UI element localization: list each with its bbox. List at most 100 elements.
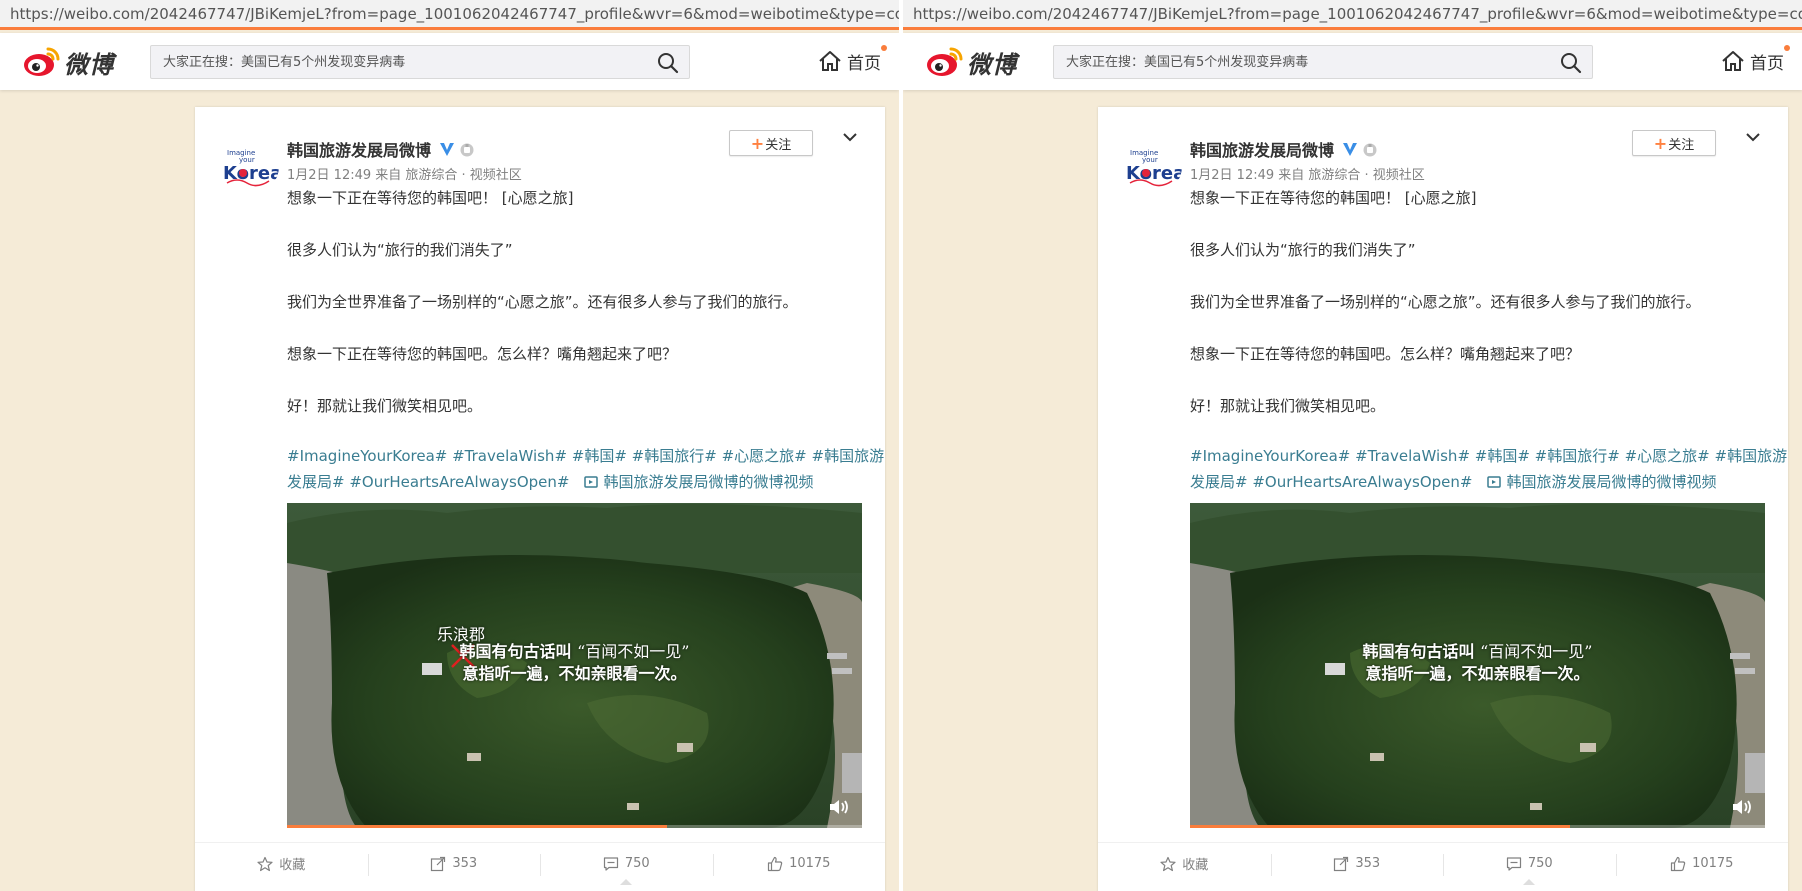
video-subtitle: 韩国有句古话叫 “百闻不如一见” 意指听一遍，不如亲眼看一次。 xyxy=(287,641,862,685)
post-paragraph: 好！那就让我们微笑相见吧。 xyxy=(1190,397,1386,415)
search-input[interactable] xyxy=(1054,46,1544,78)
plus-icon: + xyxy=(1653,133,1668,153)
home-icon xyxy=(1722,51,1744,71)
search-box xyxy=(1053,45,1593,79)
hashtag-line[interactable]: #ImagineYourKorea# #TravelaWish# #韩国# #韩… xyxy=(287,447,884,465)
search-input[interactable] xyxy=(151,46,641,78)
hashtag-line[interactable]: #ImagineYourKorea# #TravelaWish# #韩国# #韩… xyxy=(1190,447,1787,465)
member-badge-icon[interactable] xyxy=(458,141,476,157)
url-bar[interactable]: https://weibo.com/2042467747/JBiKemjeL?f… xyxy=(903,0,1802,30)
member-badge-icon[interactable] xyxy=(1361,141,1379,157)
share-button[interactable]: 353 xyxy=(367,843,541,884)
follow-button[interactable]: + 关注 xyxy=(1632,130,1716,156)
post-meta: 1月2日 12:49 来自 旅游综合 · 视频社区 xyxy=(287,168,522,183)
like-icon xyxy=(1670,856,1686,871)
comment-button[interactable]: 750 xyxy=(540,843,713,885)
post-meta: 1月2日 12:49 来自 旅游综合 · 视频社区 xyxy=(1190,168,1425,183)
comment-count: 750 xyxy=(624,856,650,871)
share-count: 353 xyxy=(452,856,478,871)
avatar[interactable]: Imagine your Korea xyxy=(221,137,279,195)
action-bar: 收藏 353 750 10175 xyxy=(1098,842,1789,885)
home-icon xyxy=(819,51,841,71)
like-button[interactable]: 10175 xyxy=(712,843,886,884)
chevron-down-icon[interactable] xyxy=(1743,127,1763,147)
video-subtitle: 韩国有句古话叫 “百闻不如一见” 意指听一遍，不如亲眼看一次。 xyxy=(1190,641,1765,685)
favorite-button[interactable]: 收藏 xyxy=(195,843,368,884)
author-name[interactable]: 韩国旅游发展局微博 xyxy=(1190,137,1334,161)
favorite-button[interactable]: 收藏 xyxy=(1098,843,1271,884)
verified-icon[interactable] xyxy=(1342,141,1358,157)
left-pane: https://weibo.com/2042467747/JBiKemjeL?f… xyxy=(0,0,899,891)
post-paragraph: 我们为全世界准备了一场别样的“心愿之旅”。还有很多人参与了我们的旅行。 xyxy=(1190,293,1701,311)
star-icon xyxy=(257,856,273,871)
share-button[interactable]: 353 xyxy=(1270,843,1444,884)
share-icon xyxy=(431,856,446,871)
home-link[interactable]: 首页 xyxy=(818,45,887,75)
comment-count: 750 xyxy=(1527,856,1553,871)
url-bar[interactable]: https://weibo.com/2042467747/JBiKemjeL?f… xyxy=(0,0,899,30)
subtitle-quote: “百闻不如一见” xyxy=(577,642,690,661)
avatar[interactable]: Imagine your Korea xyxy=(1124,137,1182,195)
subtitle-line2: 意指听一遍，不如亲眼看一次。 xyxy=(462,664,687,683)
comment-button[interactable]: 750 xyxy=(1443,843,1616,885)
author-row: 韩国旅游发展局微博 xyxy=(287,137,476,161)
favorite-label: 收藏 xyxy=(1182,858,1209,873)
video-link[interactable]: 韩国旅游发展局微博的微博视频 xyxy=(604,473,814,491)
chevron-down-icon[interactable] xyxy=(840,127,860,147)
notification-dot xyxy=(881,45,887,51)
video-progress-fill xyxy=(287,825,667,828)
favorite-label: 收藏 xyxy=(279,858,306,873)
home-link[interactable]: 首页 xyxy=(1721,45,1790,75)
imagine-your-korea-logo: Imagine your Korea xyxy=(1126,149,1182,187)
star-icon xyxy=(1160,856,1176,871)
share-count: 353 xyxy=(1355,856,1381,871)
hashtag-line[interactable]: 发展局# #OurHeartsAreAlwaysOpen# xyxy=(1190,473,1473,491)
weibo-logo[interactable]: 微博 xyxy=(22,43,132,79)
hashtags: #ImagineYourKorea# #TravelaWish# #韩国# #韩… xyxy=(1190,443,1787,495)
post-paragraph: 想象一下正在等待您的韩国吧。怎么样？嘴角翘起来了吧？ xyxy=(1190,345,1581,363)
video-link[interactable]: 韩国旅游发展局微博的微博视频 xyxy=(1507,473,1717,491)
post-text: 想象一下正在等待您的韩国吧！ [心愿之旅] 很多人们认为“旅行的我们消失了” 我… xyxy=(287,185,867,419)
search-box xyxy=(150,45,690,79)
post-paragraph: 好！那就让我们微笑相见吧。 xyxy=(287,397,483,415)
subtitle-line1: 韩国有句古话叫 xyxy=(1362,642,1475,661)
follow-button[interactable]: + 关注 xyxy=(729,130,813,156)
search-icon[interactable] xyxy=(657,52,679,74)
video-progress-track[interactable] xyxy=(1190,825,1765,828)
home-label: 首页 xyxy=(1750,53,1784,74)
video-progress-fill xyxy=(1190,825,1570,828)
author-name[interactable]: 韩国旅游发展局微博 xyxy=(287,137,431,161)
video-progress-track[interactable] xyxy=(287,825,862,828)
weibo-eye-icon xyxy=(927,47,963,76)
hashtag-line[interactable]: 发展局# #OurHeartsAreAlwaysOpen# xyxy=(287,473,570,491)
author-row: 韩国旅游发展局微博 xyxy=(1190,137,1379,161)
video-player[interactable]: 韩国有句古话叫 “百闻不如一见” 意指听一遍，不如亲眼看一次。 xyxy=(1190,503,1765,828)
post-card: Imagine your Korea 韩国旅游发展局微博 1月2日 12:49 … xyxy=(195,107,885,891)
like-count: 10175 xyxy=(789,856,831,871)
video-icon xyxy=(583,476,598,488)
follow-label: 关注 xyxy=(765,137,792,153)
subtitle-line1: 韩国有句古话叫 xyxy=(459,642,572,661)
volume-icon[interactable] xyxy=(1731,798,1753,816)
search-icon[interactable] xyxy=(1560,52,1582,74)
right-pane: https://weibo.com/2042467747/JBiKemjeL?f… xyxy=(903,0,1802,891)
top-navigation: 微博 首页 xyxy=(903,33,1802,90)
weibo-logo[interactable]: 微博 xyxy=(925,43,1035,79)
imagine-your-korea-logo: Imagine your Korea xyxy=(223,149,279,187)
post-paragraph: 想象一下正在等待您的韩国吧。怎么样？嘴角翘起来了吧？ xyxy=(287,345,678,363)
video-player[interactable]: 乐浪郡 韩国有句古话叫 “百闻不如一见” 意指听一遍，不如亲眼看一次。 xyxy=(287,503,862,828)
volume-icon[interactable] xyxy=(828,798,850,816)
like-button[interactable]: 10175 xyxy=(1615,843,1789,884)
logo-text: 微博 xyxy=(967,51,1017,79)
post-paragraph: 想象一下正在等待您的韩国吧！ [心愿之旅] xyxy=(287,189,574,207)
post-text: 想象一下正在等待您的韩国吧！ [心愿之旅] 很多人们认为“旅行的我们消失了” 我… xyxy=(1190,185,1770,419)
subtitle-quote: “百闻不如一见” xyxy=(1480,642,1593,661)
share-icon xyxy=(1334,856,1349,871)
logo-text: 微博 xyxy=(64,51,114,79)
follow-label: 关注 xyxy=(1668,137,1695,153)
plus-icon: + xyxy=(750,133,765,153)
post-paragraph: 很多人们认为“旅行的我们消失了” xyxy=(1190,241,1416,259)
post-paragraph: 很多人们认为“旅行的我们消失了” xyxy=(287,241,513,259)
verified-icon[interactable] xyxy=(439,141,455,157)
home-label: 首页 xyxy=(847,53,881,74)
